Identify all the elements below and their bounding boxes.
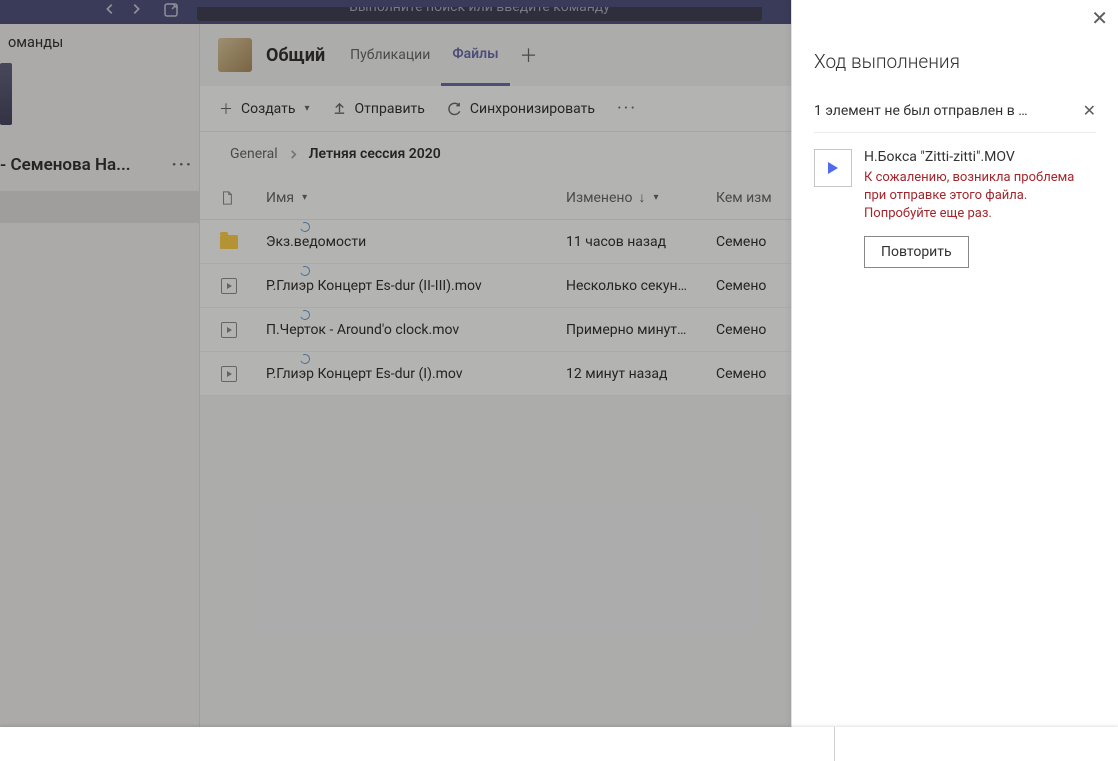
- upload-icon: [332, 101, 348, 117]
- video-file-icon: [220, 277, 238, 295]
- video-file-icon: [220, 365, 238, 383]
- upload-item: Н.Бокса "Zitti-zitti".MOV К сожалению, в…: [814, 149, 1096, 268]
- video-file-icon: [220, 321, 238, 339]
- sync-status-icon: [299, 264, 312, 277]
- sync-status-icon: [299, 308, 312, 321]
- nav-back-icon[interactable]: [103, 2, 117, 16]
- col-modified[interactable]: Изменено ↓ ▾: [566, 189, 716, 206]
- chevron-down-icon: ▾: [653, 192, 658, 203]
- file-name: Экз.ведомости: [266, 234, 366, 250]
- sidebar-section-label: оманды: [0, 24, 199, 57]
- bottom-strip: [0, 727, 1118, 761]
- file-modified: 12 минут назад: [566, 366, 716, 382]
- breadcrumb-current: Летняя сессия 2020: [309, 146, 441, 162]
- video-thumb-icon: [814, 149, 852, 187]
- tab-posts[interactable]: Публикации: [339, 24, 441, 86]
- toolbar-sync-label: Синхронизировать: [470, 101, 595, 117]
- file-name: Р.Глиэр Концерт Es-dur (II-III).mov: [266, 278, 482, 294]
- col-modified-label: Изменено: [566, 190, 632, 206]
- channel-title: Общий: [266, 45, 325, 66]
- file-modified: 11 часов назад: [566, 234, 716, 250]
- sync-icon: [447, 101, 463, 117]
- sync-status-icon: [299, 352, 312, 365]
- add-tab-icon[interactable]: ＋: [510, 42, 548, 68]
- panel-summary: 1 элемент не был отправлен в …: [814, 103, 1028, 119]
- toolbar-create-label: Создать: [241, 101, 296, 117]
- folder-icon: [220, 233, 238, 251]
- search-input[interactable]: [197, 7, 762, 21]
- chevron-down-icon: ▾: [305, 103, 310, 114]
- file-modified: Примерно минут…: [566, 322, 716, 338]
- col-name-label: Имя: [266, 190, 294, 206]
- toolbar-more-icon[interactable]: ···: [617, 98, 637, 119]
- compose-icon[interactable]: [163, 0, 179, 18]
- team-avatar[interactable]: [0, 63, 12, 125]
- file-modified: Несколько секун…: [566, 278, 716, 294]
- toolbar-upload-label: Отправить: [355, 101, 425, 117]
- close-icon[interactable]: ✕: [1091, 6, 1108, 30]
- channel-avatar: [218, 38, 252, 72]
- toolbar-upload-button[interactable]: Отправить: [332, 101, 425, 117]
- panel-title: Ход выполнения: [814, 50, 1096, 73]
- tab-files[interactable]: Файлы: [441, 24, 509, 86]
- team-name: - Семенова На...: [0, 155, 131, 175]
- toolbar-sync-button[interactable]: Синхронизировать: [447, 101, 595, 117]
- col-type-icon[interactable]: [220, 190, 266, 206]
- chevron-right-icon: [288, 149, 299, 160]
- file-name: Р.Глиэр Концерт Es-dur (I).mov: [266, 366, 463, 382]
- team-more-icon[interactable]: ···: [172, 155, 193, 175]
- sync-status-icon: [299, 220, 312, 233]
- breadcrumb-root[interactable]: General: [230, 146, 278, 162]
- upload-file-name: Н.Бокса "Zitti-zitti".MOV: [864, 149, 1096, 165]
- upload-error-text: К сожалению, возникла проблема при отпра…: [864, 169, 1096, 224]
- channel-item-selected[interactable]: [0, 191, 199, 223]
- progress-panel: ✕ Ход выполнения 1 элемент не был отправ…: [791, 0, 1118, 727]
- file-name: П.Черток - Around'o clock.mov: [266, 322, 459, 338]
- nav-forward-icon[interactable]: [129, 2, 143, 16]
- sidebar: оманды - Семенова На... ···: [0, 24, 200, 727]
- team-row[interactable]: - Семенова На... ···: [0, 149, 199, 181]
- chevron-down-icon: ▾: [302, 192, 307, 203]
- dismiss-icon[interactable]: ✕: [1083, 101, 1096, 120]
- col-name[interactable]: Имя ▾: [266, 190, 566, 206]
- plus-icon: ＋: [218, 101, 234, 117]
- sort-arrow-icon: ↓: [638, 189, 645, 206]
- toolbar-create-button[interactable]: ＋ Создать ▾: [218, 101, 310, 117]
- retry-button[interactable]: Повторить: [864, 236, 969, 268]
